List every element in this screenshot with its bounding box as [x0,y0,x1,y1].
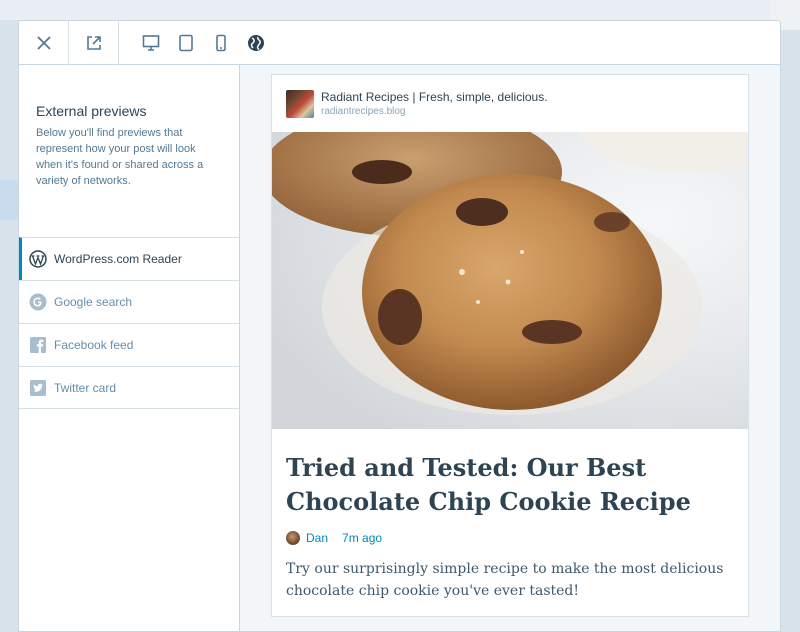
reader-preview-card: Radiant Recipes | Fresh, simple, delicio… [271,74,749,617]
preview-area: Radiant Recipes | Fresh, simple, delicio… [240,65,780,631]
device-switcher [119,21,273,64]
backdrop-element [0,180,20,220]
phone-icon [215,34,226,51]
card-site-header: Radiant Recipes | Fresh, simple, delicio… [272,75,748,132]
post-body: Tried and Tested: Our Best Chocolate Chi… [272,429,748,602]
byline: Dan 7m ago [286,531,734,545]
post-time[interactable]: 7m ago [342,531,382,545]
phone-button[interactable] [203,21,238,65]
open-external-button[interactable] [69,21,119,65]
site-url[interactable]: radiantrecipes.blog [321,105,548,118]
facebook-icon [29,336,47,354]
author-name[interactable]: Dan [306,531,328,545]
previews-sidebar: External previews Below you'll find prev… [19,65,240,631]
post-excerpt: Try our surprisingly simple recipe to ma… [286,561,724,599]
post-title[interactable]: Tried and Tested: Our Best Chocolate Chi… [286,451,736,519]
wordpress-icon [29,250,47,268]
globe-icon [247,34,264,51]
featured-image [272,132,748,429]
desktop-icon [142,34,159,51]
site-name[interactable]: Radiant Recipes | Fresh, simple, delicio… [321,90,548,105]
google-icon [29,293,47,311]
site-icon [286,89,314,118]
site-info: Radiant Recipes | Fresh, simple, delicio… [321,90,548,118]
sidebar-item-label: Facebook feed [54,338,134,352]
sidebar-item-facebook-feed[interactable]: Facebook feed [19,323,239,366]
external-preview-button[interactable] [238,21,273,65]
sidebar-header: External previews Below you'll find prev… [19,65,239,237]
twitter-icon [29,379,47,397]
close-button[interactable] [19,21,69,65]
sidebar-description: Below you'll find previews that represen… [36,127,204,187]
sidebar-item-twitter-card[interactable]: Twitter card [19,366,239,409]
tablet-icon [178,34,193,51]
sidebar-item-wordpress-reader[interactable]: WordPress.com Reader [19,237,239,280]
preview-modal: External previews Below you'll find prev… [18,20,781,632]
external-link-icon [86,36,101,50]
sidebar-item-label: WordPress.com Reader [54,252,182,266]
sidebar-item-label: Twitter card [54,380,117,395]
desktop-button[interactable] [133,21,168,65]
author-avatar [286,531,300,545]
backdrop-bar [0,0,800,20]
sidebar-title: External previews [36,103,147,119]
preview-toolbar [19,21,780,65]
close-icon [36,36,51,50]
tablet-button[interactable] [168,21,203,65]
sidebar-item-label: Google search [54,295,133,309]
sidebar-item-google-search[interactable]: Google search [19,280,239,323]
